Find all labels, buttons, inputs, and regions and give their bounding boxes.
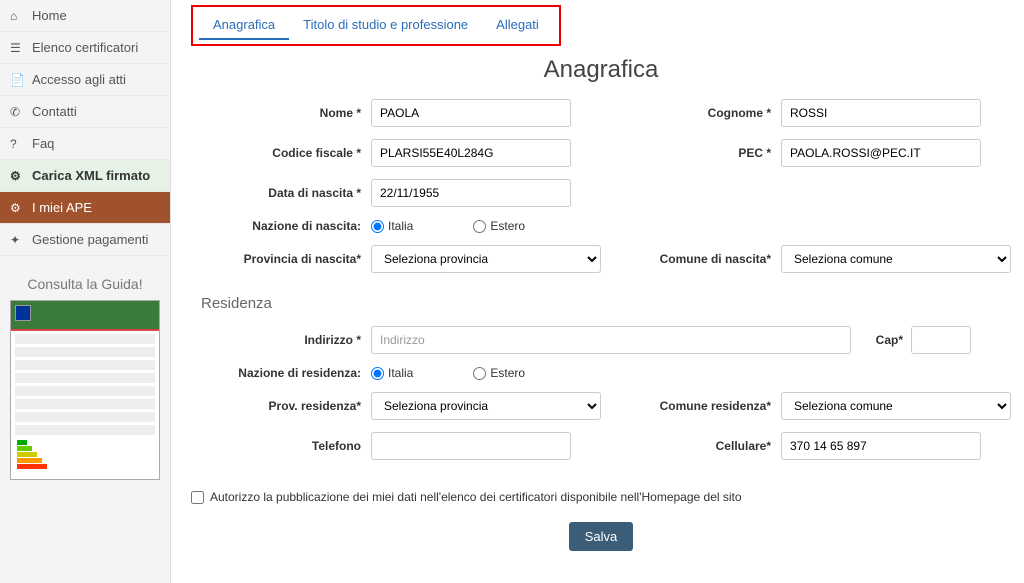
label-pec: PEC *	[601, 146, 781, 160]
guide-thumbnail[interactable]	[10, 300, 160, 480]
tab-allegati[interactable]: Allegati	[482, 11, 553, 40]
input-cognome[interactable]	[781, 99, 981, 127]
select-prov-res[interactable]: Seleziona provincia	[371, 392, 601, 420]
label-com-res: Comune residenza*	[601, 399, 781, 413]
checkbox-label: Autorizzo la pubblicazione dei miei dati…	[210, 490, 742, 504]
input-telefono[interactable]	[371, 432, 571, 460]
input-nome[interactable]	[371, 99, 571, 127]
select-com-res[interactable]: Seleziona comune	[781, 392, 1011, 420]
sidebar-item-label: Home	[32, 8, 67, 23]
label-indirizzo: Indirizzo *	[191, 333, 371, 347]
input-pec[interactable]	[781, 139, 981, 167]
label-prov-res: Prov. residenza*	[191, 399, 371, 413]
radio-italia-nascita[interactable]: Italia	[371, 219, 413, 233]
main-content: Anagrafica Titolo di studio e profession…	[171, 0, 1024, 583]
radio-estero-res[interactable]: Estero	[473, 366, 525, 380]
checkbox-autorizzo[interactable]	[191, 491, 204, 504]
list-icon: ☰	[10, 41, 26, 55]
tabs-highlight-box: Anagrafica Titolo di studio e profession…	[191, 5, 561, 46]
radio-italia-res-input[interactable]	[371, 367, 384, 380]
sidebar-item-contatti[interactable]: ✆ Contatti	[0, 96, 170, 128]
label-prov-nascita: Provincia di nascita*	[191, 252, 371, 266]
sidebar: ⌂ Home ☰ Elenco certificatori 📄 Accesso …	[0, 0, 171, 583]
label-cf: Codice fiscale *	[191, 146, 371, 160]
label-dob: Data di nascita *	[191, 186, 371, 200]
page-title: Anagrafica	[191, 56, 1011, 84]
save-button[interactable]: Salva	[569, 522, 634, 551]
radio-estero-input[interactable]	[473, 220, 486, 233]
label-cap: Cap*	[871, 333, 911, 347]
sidebar-item-miei-ape[interactable]: ⚙ I miei APE	[0, 192, 170, 224]
radio-italia-input[interactable]	[371, 220, 384, 233]
sidebar-item-carica-xml[interactable]: ⚙ Carica XML firmato	[0, 160, 170, 192]
home-icon: ⌂	[10, 9, 26, 23]
label-naz-res: Nazione di residenza:	[191, 366, 371, 380]
sidebar-item-pagamenti[interactable]: ✦ Gestione pagamenti	[0, 224, 170, 256]
guide-block: Consulta la Guida!	[0, 276, 170, 480]
radio-italia-res[interactable]: Italia	[371, 366, 413, 380]
sidebar-item-accesso[interactable]: 📄 Accesso agli atti	[0, 64, 170, 96]
radio-estero-res-input[interactable]	[473, 367, 486, 380]
label-naz-nascita: Nazione di nascita:	[191, 219, 371, 233]
sidebar-item-label: Gestione pagamenti	[32, 232, 148, 247]
section-residenza: Residenza	[201, 295, 272, 312]
label-com-nascita: Comune di nascita*	[601, 252, 781, 266]
sidebar-item-label: Carica XML firmato	[32, 168, 150, 183]
select-prov-nascita[interactable]: Seleziona provincia	[371, 245, 601, 273]
label-cognome: Cognome *	[601, 106, 781, 120]
guide-title: Consulta la Guida!	[10, 276, 160, 292]
select-com-nascita[interactable]: Seleziona comune	[781, 245, 1011, 273]
sidebar-item-elenco[interactable]: ☰ Elenco certificatori	[0, 32, 170, 64]
tab-anagrafica[interactable]: Anagrafica	[199, 11, 289, 40]
input-cap[interactable]	[911, 326, 971, 354]
radio-estero-nascita[interactable]: Estero	[473, 219, 525, 233]
sidebar-item-label: Accesso agli atti	[32, 72, 126, 87]
label-cellulare: Cellulare*	[601, 439, 781, 453]
question-icon: ?	[10, 137, 26, 151]
input-cellulare[interactable]	[781, 432, 981, 460]
doc-icon: 📄	[10, 73, 26, 87]
sidebar-item-label: Contatti	[32, 104, 77, 119]
sidebar-item-home[interactable]: ⌂ Home	[0, 0, 170, 32]
form: Nome * Cognome * Codice fiscale * PEC *	[191, 99, 1011, 563]
sidebar-item-label: Faq	[32, 136, 54, 151]
tab-titolo[interactable]: Titolo di studio e professione	[289, 11, 482, 40]
label-telefono: Telefono	[191, 439, 371, 453]
sidebar-item-faq[interactable]: ? Faq	[0, 128, 170, 160]
input-dob[interactable]	[371, 179, 571, 207]
input-cf[interactable]	[371, 139, 571, 167]
gear-icon: ⚙	[10, 201, 26, 215]
sidebar-item-label: Elenco certificatori	[32, 40, 138, 55]
star-icon: ✦	[10, 233, 26, 247]
tabs: Anagrafica Titolo di studio e profession…	[191, 5, 1011, 46]
input-indirizzo[interactable]	[371, 326, 851, 354]
label-nome: Nome *	[191, 106, 371, 120]
phone-icon: ✆	[10, 105, 26, 119]
gear-icon: ⚙	[10, 169, 26, 183]
sidebar-item-label: I miei APE	[32, 200, 92, 215]
